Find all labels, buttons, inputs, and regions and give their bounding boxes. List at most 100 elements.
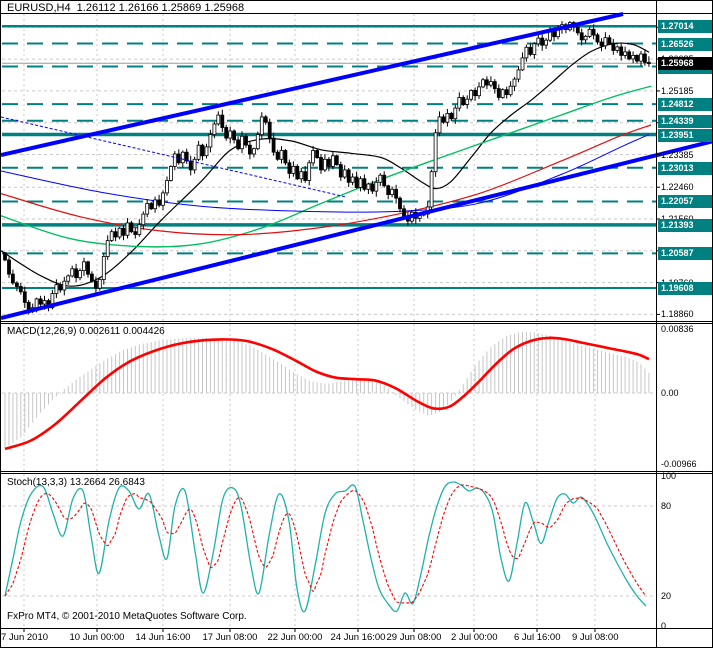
candle-body [433,132,438,173]
candle-body [362,178,367,190]
time-axis-label: 14 Jun 16:00 [135,632,191,643]
candle-body [90,273,94,282]
candle-body [220,114,225,128]
candle-body [196,144,201,160]
candle-body [70,268,75,277]
stoch-k-line [4,481,647,613]
candle-body [137,224,142,235]
level-price-label: 1.23013 [658,162,712,175]
candle-body [121,227,126,236]
candle-body [291,165,296,174]
candle-body [283,150,288,164]
candle-body [275,151,280,160]
candle-body [540,37,545,46]
candle-body [157,199,162,206]
candle-body [58,284,63,291]
candle-body [603,37,608,47]
candle-body [453,107,458,120]
candle-body [536,37,541,45]
candle-body [295,165,300,180]
candle-body [240,135,244,150]
candle-body [165,180,169,194]
candle-body [465,98,470,105]
candle-body [504,89,509,95]
candle-body [113,231,118,238]
candle-body [129,222,134,233]
candle-body [10,273,15,284]
candle-body [326,158,331,167]
level-price-label: 1.27014 [658,20,712,33]
candle-body [346,169,351,183]
candle-body [631,55,635,60]
candle-body [105,240,110,257]
candle-body [271,137,276,153]
candle-body [532,43,537,55]
candle-body [441,116,446,123]
candle-body [117,227,122,238]
candle-body [623,51,627,56]
candle-body [307,162,312,181]
candle-body [7,259,11,275]
candle-body [200,144,205,157]
macd-scale-label: 0.00 [661,388,679,398]
candle-body [244,135,248,146]
time-axis-label: 24 Jun 16:00 [330,632,386,643]
time-axis-label: 10 Jun 00:00 [69,632,125,643]
candle-body [587,28,592,37]
candle-body [469,90,474,100]
candle-body [639,53,643,62]
candle-body [484,79,489,86]
mt4-chart-window: EURUSD,H4 1.26112 1.26166 1.25869 1.2596… [0,0,713,648]
candle-body [3,252,7,261]
candle-body [370,183,375,192]
candle-body [374,181,379,192]
descending-minor [1,116,347,198]
level-price-label: 1.19608 [658,282,712,295]
candle-body [34,298,39,309]
candle-body [643,53,647,63]
candle-body [398,197,402,210]
candle-body [334,155,339,166]
candle-body [232,130,237,141]
level-price-label: 1.23951 [658,129,712,142]
candle-body [216,114,221,125]
candle-body [188,160,193,171]
candle-body [251,148,256,155]
candle-body [520,57,525,71]
candle-body [366,183,371,190]
candle-body [591,28,596,36]
time-axis-label: 17 Jun 08:00 [202,632,258,643]
price-axis-label: 1.23385 [661,150,694,160]
price-axis-label: 1.25185 [661,86,694,96]
candle-body [481,79,485,88]
candle-body [97,278,102,289]
candle-body [611,43,616,51]
candle-body [315,150,320,158]
candle-body [492,81,497,90]
candle-body [322,158,327,171]
candle-body [299,171,304,180]
candle-body [354,176,359,189]
candle-body [303,171,308,181]
candle-body [647,62,651,64]
candle-body [524,46,529,59]
chart-canvas[interactable] [1,1,713,648]
candle-body [74,268,78,278]
time-axis-label: 22 Jun 00:00 [267,632,323,643]
candle-body [42,300,47,305]
candle-body [125,222,130,236]
candle-body [488,81,493,86]
current-price-label: 1.25968 [658,57,712,70]
copyright-watermark: FxPro MT4, © 2001-2010 MetaQuotes Softwa… [7,611,247,622]
candle-body [500,89,505,98]
candle-body [62,280,67,291]
candle-body [512,78,517,87]
candle-body [54,284,59,294]
stoch-scale-label: 100 [661,471,677,481]
candle-body [579,32,584,41]
candle-body [86,261,90,275]
candle-body [228,130,233,139]
time-axis-label: 2 Jul 00:00 [451,632,498,643]
macd-indicator-title: MACD(12,26,9) 0.002611 0.004426 [7,326,165,337]
candle-body [583,35,588,41]
